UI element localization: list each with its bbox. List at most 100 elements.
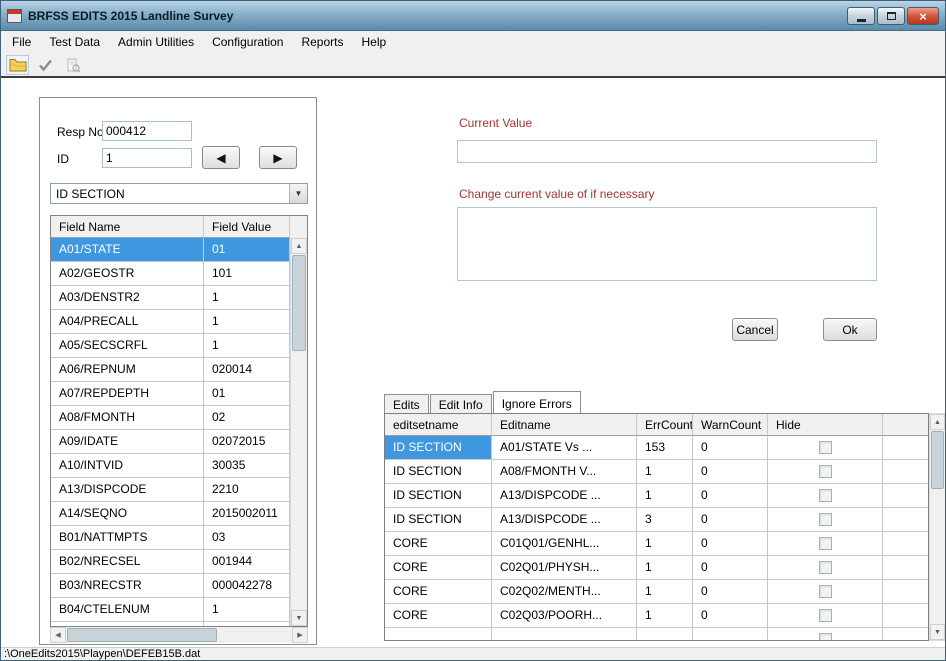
open-file-button[interactable] <box>6 55 29 75</box>
scroll-down-icon[interactable]: ▼ <box>291 610 307 626</box>
field-table-row[interactable]: A06/REPNUM020014 <box>51 358 307 382</box>
field-name-cell: A06/REPNUM <box>51 358 204 382</box>
field-value-cell: 101 <box>204 262 290 286</box>
menu-item-help[interactable]: Help <box>353 31 396 54</box>
menu-item-admin-utilities[interactable]: Admin Utilities <box>109 31 203 54</box>
hide-checkbox[interactable] <box>819 585 832 598</box>
field-table-header-cell[interactable]: Field Value <box>204 216 290 238</box>
field-table-row[interactable]: B04/CTELENUM1 <box>51 598 307 622</box>
change-value-textarea[interactable] <box>457 207 877 281</box>
chevron-down-icon: ▼ <box>295 189 303 198</box>
field-table-vscrollbar[interactable]: ▲ ▼ <box>290 238 307 626</box>
errors-table-header-cell[interactable]: WarnCount <box>693 414 768 436</box>
ok-button[interactable]: Ok <box>823 318 877 341</box>
hide-checkbox[interactable] <box>819 489 832 502</box>
tab-ignore-errors[interactable]: Ignore Errors <box>493 391 581 413</box>
errors-table-row[interactable] <box>385 628 928 641</box>
maximize-button[interactable] <box>877 7 905 25</box>
field-table-row[interactable]: A01/STATE01 <box>51 238 307 262</box>
cancel-button[interactable]: Cancel <box>732 318 778 341</box>
scroll-up-icon[interactable]: ▲ <box>291 238 307 254</box>
editname-cell: C01Q01/GENHL... <box>492 532 637 556</box>
warncount-cell: 0 <box>693 484 768 508</box>
resp-no-input[interactable] <box>102 121 192 141</box>
editsetname-cell <box>385 628 492 641</box>
errcount-cell <box>637 628 693 641</box>
next-record-button[interactable]: ▶ <box>259 146 297 169</box>
errors-table-row[interactable]: ID SECTIONA13/DISPCODE ...10 <box>385 484 928 508</box>
field-value-cell: 01 <box>204 382 290 406</box>
errors-table-header-cell[interactable]: ErrCount <box>637 414 693 436</box>
menu-item-reports[interactable]: Reports <box>292 31 352 54</box>
field-name-cell: A08/FMONTH <box>51 406 204 430</box>
field-table-row[interactable]: A14/SEQNO2015002011 <box>51 502 307 526</box>
title-bar[interactable]: BRFSS EDITS 2015 Landline Survey × <box>1 1 945 31</box>
field-table-row[interactable]: B03/NRECSTR000042278 <box>51 574 307 598</box>
scroll-right-icon[interactable]: ▶ <box>292 627 308 643</box>
errors-table-row[interactable]: ID SECTIONA01/STATE Vs ...1530 <box>385 436 928 460</box>
dropdown-button[interactable]: ▼ <box>289 184 307 203</box>
field-table-row[interactable]: A05/SECSCRFL1 <box>51 334 307 358</box>
hide-cell <box>768 436 883 460</box>
field-value-cell: 03 <box>204 526 290 550</box>
scroll-left-icon[interactable]: ◀ <box>50 627 66 643</box>
current-value-input[interactable] <box>457 140 877 163</box>
errors-table-row[interactable]: ID SECTIONA08/FMONTH V...10 <box>385 460 928 484</box>
errors-table-vscrollbar[interactable]: ▲ ▼ <box>929 413 946 641</box>
tab-edit-info[interactable]: Edit Info <box>430 394 492 413</box>
field-table-row[interactable]: A08/FMONTH02 <box>51 406 307 430</box>
section-dropdown[interactable]: ID SECTION ▼ <box>50 183 308 204</box>
hide-checkbox[interactable] <box>819 633 832 641</box>
menu-item-test-data[interactable]: Test Data <box>40 31 109 54</box>
field-name-cell: B03/NRECSTR <box>51 574 204 598</box>
editname-cell: C02Q03/POORH... <box>492 604 637 628</box>
field-table-hscrollbar[interactable]: ◀ ▶ <box>50 627 308 643</box>
tab-edits[interactable]: Edits <box>384 394 429 413</box>
id-input[interactable] <box>102 148 192 168</box>
close-button[interactable]: × <box>907 7 939 25</box>
open-folder-icon <box>9 58 27 72</box>
validate-button[interactable] <box>34 55 57 75</box>
errors-table-row[interactable]: ID SECTIONA13/DISPCODE ...30 <box>385 508 928 532</box>
scroll-thumb[interactable] <box>292 255 306 351</box>
field-table-row[interactable]: A10/INTVID30035 <box>51 454 307 478</box>
field-table-row[interactable]: A13/DISPCODE2210 <box>51 478 307 502</box>
report-preview-button[interactable] <box>62 55 85 75</box>
scroll-down-icon[interactable]: ▼ <box>930 624 945 640</box>
minimize-button[interactable] <box>847 7 875 25</box>
field-table-header-cell[interactable]: Field Name <box>51 216 204 238</box>
errors-table-header-cell[interactable]: Editname <box>492 414 637 436</box>
previous-record-button[interactable]: ◀ <box>202 146 240 169</box>
editsetname-cell: ID SECTION <box>385 436 492 460</box>
menu-item-file[interactable]: File <box>3 31 40 54</box>
hide-checkbox[interactable] <box>819 537 832 550</box>
hide-checkbox[interactable] <box>819 609 832 622</box>
hide-checkbox[interactable] <box>819 441 832 454</box>
hide-checkbox[interactable] <box>819 561 832 574</box>
errors-table-row[interactable]: COREC02Q03/POORH...10 <box>385 604 928 628</box>
filler-cell <box>883 508 928 532</box>
errors-table-row[interactable]: COREC02Q02/MENTH...10 <box>385 580 928 604</box>
warncount-cell: 0 <box>693 556 768 580</box>
errors-table-row[interactable]: COREC01Q01/GENHL...10 <box>385 532 928 556</box>
field-table-row[interactable]: A03/DENSTR21 <box>51 286 307 310</box>
hscroll-thumb[interactable] <box>67 628 217 642</box>
field-table-row[interactable]: A09/IDATE02072015 <box>51 430 307 454</box>
scroll-up-icon[interactable]: ▲ <box>930 414 945 430</box>
warncount-cell: 0 <box>693 508 768 532</box>
field-table-row[interactable]: A07/REPDEPTH01 <box>51 382 307 406</box>
menu-item-configuration[interactable]: Configuration <box>203 31 292 54</box>
hide-checkbox[interactable] <box>819 465 832 478</box>
field-table-row[interactable]: B02/NRECSEL001944 <box>51 550 307 574</box>
field-table-row[interactable]: A02/GEOSTR101 <box>51 262 307 286</box>
field-name-cell: B04/CTELENUM <box>51 598 204 622</box>
errors-table-header-cell[interactable]: editsetname <box>385 414 492 436</box>
errors-table-header-cell[interactable]: Hide <box>768 414 883 436</box>
hide-checkbox[interactable] <box>819 513 832 526</box>
errors-table-header-filler <box>883 414 928 436</box>
scroll-thumb[interactable] <box>931 431 944 489</box>
field-value-cell: 02072015 <box>204 430 290 454</box>
field-table-row[interactable]: B01/NATTMPTS03 <box>51 526 307 550</box>
errors-table-row[interactable]: COREC02Q01/PHYSH...10 <box>385 556 928 580</box>
field-table-row[interactable]: A04/PRECALL1 <box>51 310 307 334</box>
